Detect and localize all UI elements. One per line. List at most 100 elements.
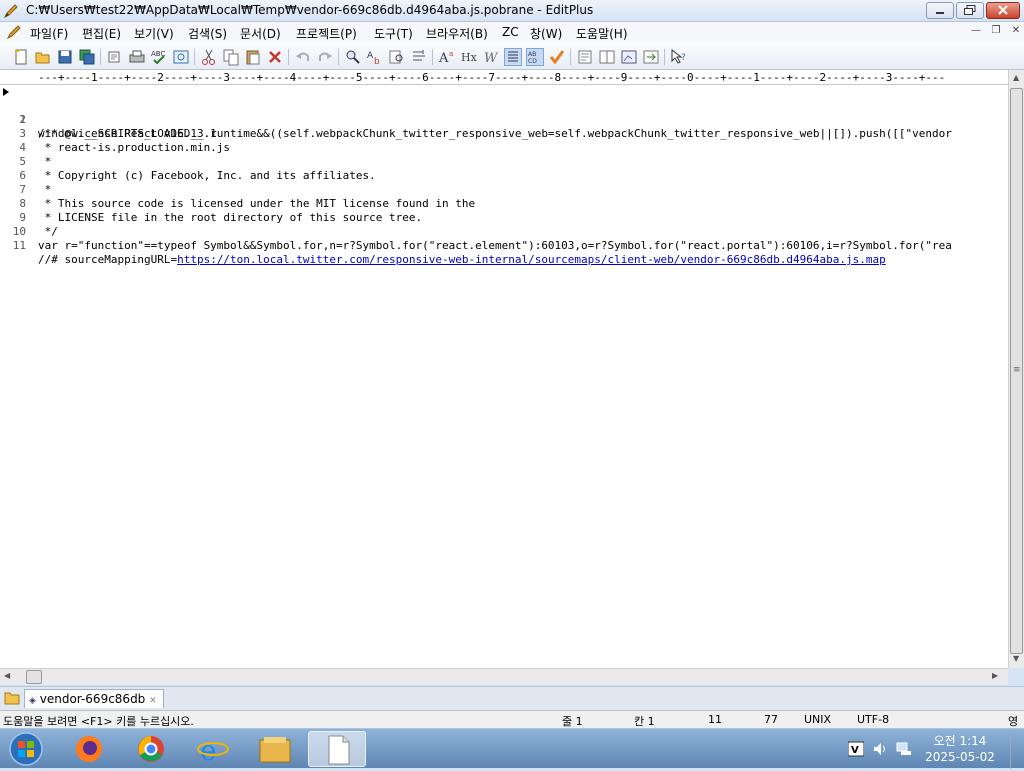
title-bar: C:₩Users₩test22₩AppData₩Local₩Temp₩vendo… — [0, 0, 1024, 22]
document-tab[interactable]: ◈ vendor-669c86db ✕ — [24, 689, 164, 708]
status-help-text: 도움말을 보려면 <F1> 키를 누르십시오. — [3, 715, 194, 728]
maximize-button[interactable] — [956, 2, 984, 19]
editplus-app-icon[interactable] — [3, 3, 19, 19]
menu-tools[interactable]: 도구(T) — [374, 25, 413, 42]
code-line: 7 * This source code is licensed under t… — [0, 169, 1008, 210]
code-line: 4 * — [0, 127, 1008, 168]
split-window-icon[interactable] — [598, 48, 616, 66]
save-all-icon[interactable] — [78, 48, 96, 66]
close-button[interactable] — [986, 2, 1020, 19]
cut-icon[interactable] — [200, 48, 218, 66]
menu-help[interactable]: 도움말(H) — [576, 25, 628, 42]
line-number: 11 — [12, 239, 26, 252]
scroll-left-arrow-icon[interactable]: ◀ — [4, 671, 10, 680]
folder-icon[interactable] — [4, 690, 20, 709]
find-in-files-icon[interactable] — [388, 48, 406, 66]
menu-project[interactable]: 프로젝트(P) — [296, 25, 357, 42]
cliptext-icon[interactable] — [620, 48, 638, 66]
toolbar-separator — [338, 49, 339, 65]
copy-icon[interactable] — [222, 48, 240, 66]
delete-icon[interactable] — [266, 48, 284, 66]
code-line: 3 * react-is.production.min.js — [0, 113, 1008, 154]
menu-zc[interactable]: ZC — [502, 25, 519, 39]
vertical-scrollbar[interactable]: ▲ ≡ ▼ — [1008, 70, 1024, 668]
scroll-right-arrow-icon[interactable]: ▶ — [992, 671, 998, 680]
word-wrap-icon[interactable]: W — [482, 48, 500, 66]
svg-text:W: W — [484, 51, 499, 66]
menu-document[interactable]: 문서(D) — [240, 25, 281, 42]
dir-window-icon[interactable] — [642, 48, 660, 66]
toolbar-separator — [664, 49, 665, 65]
browser-preview-icon[interactable] — [172, 48, 190, 66]
menu-pencil-icon — [6, 24, 22, 43]
minimize-button[interactable] — [926, 2, 954, 19]
network-icon[interactable] — [896, 741, 912, 757]
code-line: 11 //# sourceMappingURL=https://ton.loca… — [0, 225, 1008, 266]
line-number-toggle-icon[interactable] — [504, 48, 522, 66]
firefox-taskbar-button[interactable] — [60, 731, 118, 767]
code-line: 5 * Copyright (c) Facebook, Inc. and its… — [0, 141, 1008, 182]
start-button[interactable] — [6, 731, 46, 767]
source-map-link[interactable]: https://ton.local.twitter.com/responsive… — [177, 253, 886, 266]
goto-line-icon[interactable] — [410, 48, 428, 66]
internet-explorer-taskbar-button[interactable]: e — [184, 731, 242, 767]
status-char-count: 77 — [764, 713, 778, 726]
editor-pane[interactable]: 1 window.__SCRIPTS_LOADED__.runtime&&((s… — [0, 85, 1008, 668]
ruler: ---+----1----+----2----+----3----+----4-… — [0, 70, 1008, 85]
status-bar: 도움말을 보려면 <F1> 키를 누르십시오. 줄 1 칸 1 11 77 UN… — [0, 710, 1024, 728]
font-icon[interactable]: Aa — [438, 48, 456, 66]
toolbar-separator — [100, 49, 101, 65]
editplus-taskbar-button[interactable] — [308, 731, 366, 767]
modified-doc-icon: ◈ — [29, 696, 36, 706]
menu-search[interactable]: 검색(S) — [188, 25, 227, 42]
print-icon[interactable] — [128, 48, 146, 66]
menu-browser[interactable]: 브라우저(B) — [426, 25, 488, 42]
open-folder-icon[interactable] — [34, 48, 52, 66]
volume-icon[interactable] — [872, 741, 888, 757]
status-encoding[interactable]: UTF-8 — [857, 713, 889, 726]
svg-text:Hx: Hx — [461, 51, 478, 64]
new-file-icon[interactable] — [12, 48, 30, 66]
code-line: 2 /** @license React v16.13.1 — [0, 99, 1008, 140]
menu-edit[interactable]: 편집(E) — [82, 25, 121, 42]
scroll-down-arrow-icon[interactable]: ▼ — [1013, 654, 1019, 663]
clock-date: 2025-05-02 — [925, 750, 995, 764]
code-line: 9 */ — [0, 197, 1008, 238]
redo-icon[interactable] — [316, 48, 334, 66]
window-title: C:₩Users₩test22₩AppData₩Local₩Temp₩vendo… — [26, 3, 594, 17]
menu-window[interactable]: 창(W) — [530, 25, 562, 42]
menu-file[interactable]: 파일(F) — [30, 25, 68, 42]
mdi-minimize-button[interactable]: — — [968, 25, 984, 39]
clipboard-view-icon[interactable] — [576, 48, 594, 66]
find-icon[interactable] — [344, 48, 362, 66]
vertical-scroll-thumb[interactable]: ≡ — [1010, 88, 1023, 654]
code-line: 8 * LICENSE file in the root directory o… — [0, 183, 1008, 224]
grip-icon: ≡ — [1013, 365, 1021, 375]
paste-icon[interactable] — [244, 48, 262, 66]
scroll-up-arrow-icon[interactable]: ▲ — [1013, 73, 1019, 82]
context-help-icon[interactable]: ? — [670, 48, 688, 66]
mdi-close-button[interactable]: ✕ — [1008, 25, 1024, 39]
status-column: 칸 1 — [634, 715, 655, 728]
spell-check-icon[interactable]: ABC — [150, 48, 168, 66]
ruler-toggle-icon[interactable]: AB CD — [526, 48, 544, 66]
horizontal-scrollbar[interactable]: ◀ ▶ — [0, 668, 1008, 685]
replace-icon[interactable]: Ab — [366, 48, 384, 67]
syntax-check-icon[interactable] — [548, 48, 566, 66]
tab-close-icon[interactable]: ✕ — [149, 696, 157, 706]
print-preview-icon[interactable] — [106, 48, 124, 66]
save-icon[interactable] — [56, 48, 74, 66]
menu-view[interactable]: 보기(V) — [134, 25, 174, 42]
status-eol-type[interactable]: UNIX — [804, 713, 831, 726]
horizontal-scroll-thumb[interactable] — [26, 670, 42, 684]
hex-view-icon[interactable]: Hx — [460, 48, 478, 66]
clock-time: 오전 1:14 — [933, 734, 987, 748]
menu-bar: 파일(F) 편집(E) 보기(V) 검색(S) 문서(D) 프로젝트(P) 도구… — [0, 22, 1024, 42]
ime-tray-icon[interactable]: V — [847, 741, 865, 757]
system-clock[interactable]: 오전 1:14 2025-05-02 — [920, 733, 1000, 765]
file-explorer-taskbar-button[interactable] — [246, 731, 304, 767]
mdi-restore-button[interactable]: ❐ — [988, 25, 1004, 39]
undo-icon[interactable] — [294, 48, 312, 66]
chrome-taskbar-button[interactable] — [122, 731, 180, 767]
show-desktop-button[interactable] — [1010, 729, 1024, 769]
